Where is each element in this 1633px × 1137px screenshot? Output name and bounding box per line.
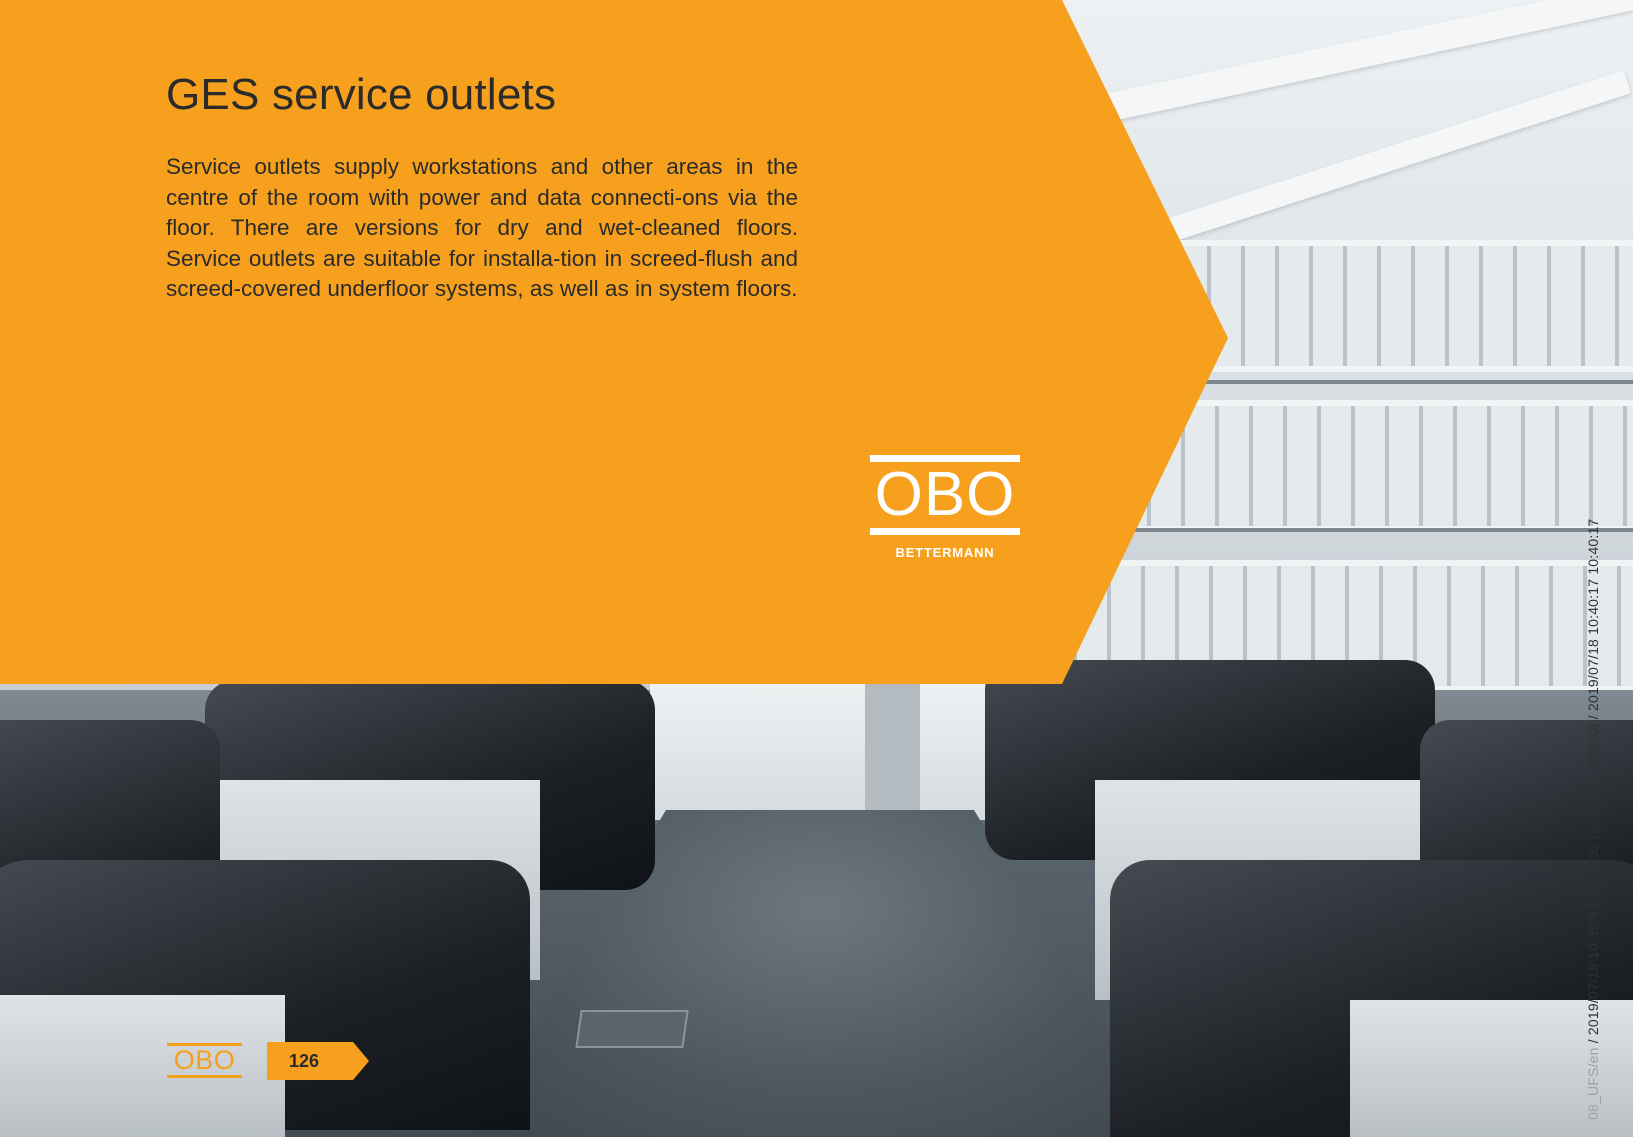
office-windows-upper xyxy=(1173,240,1633,372)
page-number-tab: 126 xyxy=(267,1042,369,1080)
footer-logo-wordmark: OBO xyxy=(173,1045,236,1075)
logo-subtitle: BETTERMANN xyxy=(895,545,995,560)
obo-bettermann-logo: OBO BETTERMANN xyxy=(870,455,1020,560)
balcony-rail xyxy=(1073,528,1633,532)
logo-bar-bottom xyxy=(167,1075,242,1078)
intro-paragraph: Service outlets supply workstations and … xyxy=(166,154,798,301)
hall-view xyxy=(650,680,990,820)
slug-file: 08_UFS/en xyxy=(1585,1047,1601,1120)
logo-bar-bottom xyxy=(870,528,1020,535)
armchair-side-panel xyxy=(0,995,285,1137)
page-title: GES service outlets xyxy=(166,70,557,119)
print-slug: 08_UFS/en / 2019/07/18 10:39:53 10:39:53… xyxy=(1585,519,1601,1120)
slug-timestamp: / 2019/07/18 10:39:53 10:39:53 (LLExport… xyxy=(1585,518,1601,1044)
concrete-column xyxy=(865,680,920,820)
page-number: 126 xyxy=(289,1051,320,1071)
floor-service-outlet xyxy=(575,1010,689,1048)
office-windows-middle xyxy=(1113,400,1633,532)
balcony-rail xyxy=(1163,380,1633,384)
logo-wordmark: OBO xyxy=(874,460,1016,529)
footer-obo-logo: OBO xyxy=(167,1043,242,1078)
